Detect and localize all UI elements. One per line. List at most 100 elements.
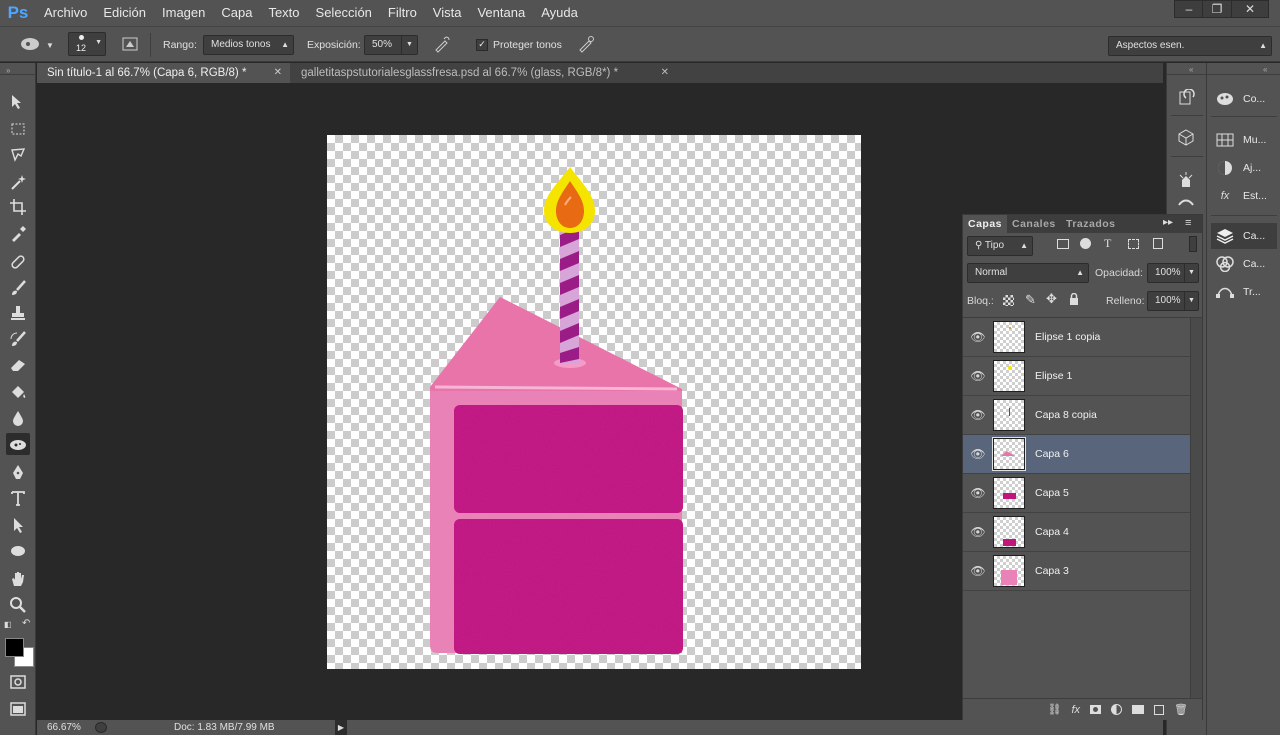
dock-layers[interactable]: Ca... bbox=[1211, 223, 1277, 249]
tab-canales[interactable]: Canales bbox=[1007, 215, 1061, 233]
minimize-button[interactable]: – bbox=[1174, 0, 1204, 18]
visibility-eye-icon[interactable]: 👁 bbox=[963, 525, 993, 539]
visibility-eye-icon[interactable]: 👁 bbox=[963, 408, 993, 422]
airbrush-icon[interactable] bbox=[431, 33, 453, 55]
filter-adjustment-icon[interactable] bbox=[1080, 238, 1091, 249]
exposure-input[interactable]: 50% ▼ bbox=[364, 35, 418, 55]
filter-pixel-icon[interactable] bbox=[1057, 239, 1069, 249]
default-colors-icon[interactable]: ◧ bbox=[4, 620, 12, 629]
close-tab-icon[interactable]: ✕ bbox=[661, 63, 669, 83]
blur-tool-icon[interactable] bbox=[6, 407, 30, 429]
document-canvas[interactable] bbox=[327, 135, 861, 669]
swap-colors-icon[interactable]: ↶ bbox=[22, 618, 30, 629]
brush-panel-toggle-icon[interactable] bbox=[119, 33, 141, 55]
lock-all-icon[interactable] bbox=[1069, 292, 1079, 305]
tab-sin-titulo[interactable]: Sin título-1 al 66.7% (Capa 6, RGB/8) * … bbox=[37, 63, 290, 83]
ellipse-tool-icon[interactable] bbox=[6, 540, 30, 562]
new-adjustment-icon[interactable] bbox=[1111, 704, 1123, 715]
hand-tool-icon[interactable] bbox=[6, 568, 30, 590]
lock-position-icon[interactable]: ✥ bbox=[1046, 291, 1057, 307]
eraser-tool-icon[interactable] bbox=[6, 354, 30, 376]
menu-texto[interactable]: Texto bbox=[260, 0, 307, 26]
link-layers-icon[interactable]: ⛓ bbox=[1048, 703, 1062, 716]
restore-button[interactable]: ❐ bbox=[1202, 0, 1232, 18]
panel-menu-icon[interactable]: ≡ bbox=[1185, 217, 1191, 229]
menu-ventana[interactable]: Ventana bbox=[469, 0, 533, 26]
dock-channels[interactable]: Ca... bbox=[1215, 251, 1265, 277]
status-info-icon[interactable] bbox=[95, 722, 107, 733]
clone-stamp-tool-icon[interactable] bbox=[6, 302, 30, 324]
history-brush-tool-icon[interactable] bbox=[6, 328, 30, 350]
layer-row[interactable]: 👁 Capa 4 bbox=[963, 513, 1190, 552]
visibility-eye-icon[interactable]: 👁 bbox=[963, 330, 993, 344]
lock-transparent-icon[interactable] bbox=[1003, 295, 1014, 306]
menu-filtro[interactable]: Filtro bbox=[380, 0, 425, 26]
quick-mask-icon[interactable] bbox=[6, 671, 30, 693]
visibility-eye-icon[interactable]: 👁 bbox=[963, 369, 993, 383]
layer-filter-select[interactable]: ⚲ Tipo ▲ bbox=[967, 236, 1033, 256]
tab-trazados[interactable]: Trazados bbox=[1061, 215, 1121, 233]
layers-scrollbar[interactable] bbox=[1190, 318, 1202, 698]
visibility-eye-icon[interactable]: 👁 bbox=[963, 447, 993, 461]
move-tool-icon[interactable] bbox=[6, 91, 30, 113]
visibility-eye-icon[interactable]: 👁 bbox=[963, 564, 993, 578]
preset-dropdown-arrow-icon[interactable]: ▼ bbox=[46, 41, 54, 50]
collapse-panels-icon[interactable]: « bbox=[1263, 65, 1267, 74]
blend-mode-select[interactable]: Normal ▲ bbox=[967, 263, 1089, 283]
dock-adjustments[interactable]: Aj... bbox=[1215, 155, 1261, 181]
delete-layer-icon[interactable]: 🗑 bbox=[1174, 703, 1188, 716]
menu-vista[interactable]: Vista bbox=[425, 0, 470, 26]
filter-type-icon[interactable]: T bbox=[1104, 236, 1111, 251]
tab-capas[interactable]: Capas bbox=[963, 215, 1008, 233]
eyedropper-tool-icon[interactable] bbox=[6, 223, 30, 245]
layer-row[interactable]: 👁 Capa 8 copia bbox=[963, 396, 1190, 435]
layer-row-selected[interactable]: 👁 Capa 6 bbox=[963, 435, 1190, 474]
menu-ayuda[interactable]: Ayuda bbox=[533, 0, 586, 26]
tab-galletitas[interactable]: galletitaspstutorialesglassfresa.psd al … bbox=[291, 63, 677, 83]
sponge-tool-icon[interactable] bbox=[6, 433, 30, 455]
layer-style-icon[interactable]: fx bbox=[1071, 704, 1080, 716]
zoom-level[interactable]: 66.67% bbox=[47, 722, 81, 733]
layer-row[interactable]: 👁 Elipse 1 copia bbox=[963, 318, 1190, 357]
type-tool-icon[interactable] bbox=[6, 487, 30, 509]
foreground-color-swatch[interactable] bbox=[5, 638, 24, 657]
protect-tones-checkbox[interactable]: ✓ bbox=[476, 38, 488, 51]
workspace-select[interactable]: Aspectos esen. ▲ bbox=[1108, 36, 1272, 56]
lasso-tool-icon[interactable] bbox=[6, 144, 30, 166]
3d-icon[interactable] bbox=[1175, 126, 1197, 148]
fill-input[interactable]: 100% ▼ bbox=[1147, 291, 1199, 311]
add-mask-icon[interactable] bbox=[1090, 705, 1102, 714]
path-selection-tool-icon[interactable] bbox=[6, 514, 30, 536]
new-layer-icon[interactable] bbox=[1154, 704, 1165, 715]
new-group-icon[interactable] bbox=[1132, 705, 1145, 714]
menu-edicion[interactable]: Edición bbox=[95, 0, 154, 26]
lock-pixels-icon[interactable]: ✎ bbox=[1025, 292, 1036, 308]
brush-tool-icon[interactable] bbox=[6, 277, 30, 299]
range-select[interactable]: Medios tonos ▲ bbox=[203, 35, 294, 55]
filter-toggle[interactable] bbox=[1189, 236, 1197, 252]
marquee-tool-icon[interactable] bbox=[6, 118, 30, 140]
dock-swatches[interactable]: Mu... bbox=[1215, 127, 1266, 153]
menu-imagen[interactable]: Imagen bbox=[154, 0, 213, 26]
dock-paths[interactable]: Tr... bbox=[1215, 279, 1261, 305]
filter-shape-icon[interactable] bbox=[1128, 239, 1139, 249]
pressure-icon[interactable] bbox=[575, 33, 597, 55]
tool-presets-icon[interactable] bbox=[1175, 169, 1197, 191]
close-tab-icon[interactable]: ✕ bbox=[274, 63, 282, 83]
panel-expand-icon[interactable]: ▸▸ bbox=[1163, 217, 1173, 228]
sponge-tool-preset-icon[interactable] bbox=[20, 33, 42, 55]
screen-mode-icon[interactable] bbox=[6, 698, 30, 720]
visibility-eye-icon[interactable]: 👁 bbox=[963, 486, 993, 500]
brush-presets-icon[interactable] bbox=[1175, 191, 1197, 213]
history-icon[interactable] bbox=[1175, 87, 1197, 109]
layer-row[interactable]: 👁 Capa 3 bbox=[963, 552, 1190, 591]
dock-color[interactable]: Co... bbox=[1215, 86, 1265, 112]
dock-styles[interactable]: fx Est... bbox=[1215, 183, 1267, 209]
close-button[interactable]: ✕ bbox=[1231, 0, 1269, 18]
menu-seleccion[interactable]: Selección bbox=[308, 0, 380, 26]
status-menu-arrow-icon[interactable]: ▶ bbox=[335, 720, 347, 735]
opacity-input[interactable]: 100% ▼ bbox=[1147, 263, 1199, 283]
zoom-tool-icon[interactable] bbox=[6, 594, 30, 616]
menu-capa[interactable]: Capa bbox=[213, 0, 260, 26]
healing-brush-tool-icon[interactable] bbox=[6, 251, 30, 273]
